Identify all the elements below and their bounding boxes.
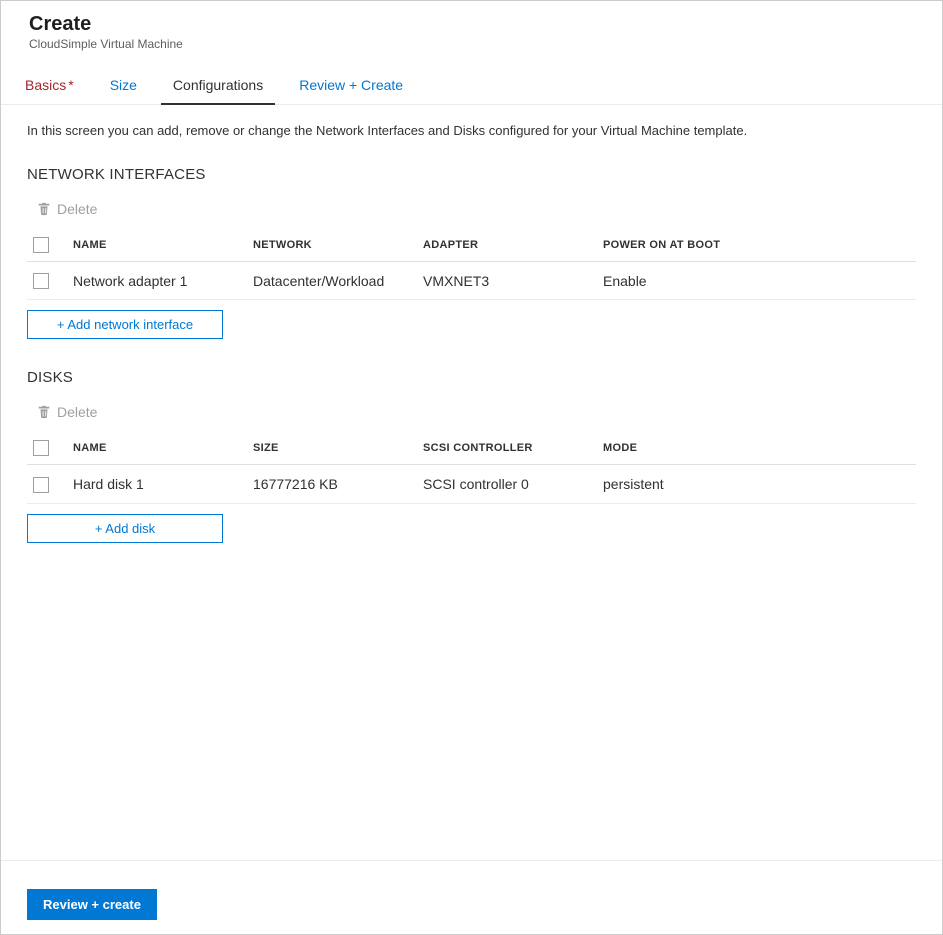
network-col-adapter[interactable]: ADAPTER	[417, 229, 597, 262]
network-row-network: Datacenter/Workload	[247, 262, 417, 300]
table-row[interactable]: Hard disk 1 16777216 KB SCSI controller …	[27, 465, 916, 503]
tab-basics[interactable]: Basics*	[13, 67, 86, 104]
intro-text: In this screen you can add, remove or ch…	[27, 123, 916, 138]
disks-col-mode[interactable]: MODE	[597, 432, 916, 465]
add-network-interface-button[interactable]: + Add network interface	[27, 310, 223, 339]
tab-review[interactable]: Review + Create	[287, 67, 415, 104]
disks-col-scsi[interactable]: SCSI CONTROLLER	[417, 432, 597, 465]
trash-icon	[37, 405, 51, 419]
disks-row-mode: persistent	[597, 465, 916, 503]
network-row-checkbox[interactable]	[33, 273, 49, 289]
network-col-power[interactable]: POWER ON AT BOOT	[597, 229, 916, 262]
network-col-network[interactable]: NETWORK	[247, 229, 417, 262]
review-create-button[interactable]: Review + create	[27, 889, 157, 920]
network-delete-label: Delete	[57, 201, 97, 217]
network-interfaces-heading: NETWORK INTERFACES	[27, 166, 916, 183]
disks-heading: DISKS	[27, 369, 916, 386]
disks-table: NAME SIZE SCSI CONTROLLER MODE Hard disk…	[27, 432, 916, 503]
disks-col-name[interactable]: NAME	[67, 432, 247, 465]
tab-configurations[interactable]: Configurations	[161, 67, 275, 105]
trash-icon	[37, 202, 51, 216]
tab-basics-label: Basics	[25, 77, 66, 93]
disks-delete-label: Delete	[57, 404, 97, 420]
disks-select-all-checkbox[interactable]	[33, 440, 49, 456]
footer: Review + create	[1, 860, 942, 934]
network-row-power: Enable	[597, 262, 916, 300]
network-interfaces-table: NAME NETWORK ADAPTER POWER ON AT BOOT Ne…	[27, 229, 916, 300]
network-delete-button[interactable]: Delete	[27, 195, 916, 223]
network-row-adapter: VMXNET3	[417, 262, 597, 300]
network-row-name: Network adapter 1	[67, 262, 247, 300]
tab-size[interactable]: Size	[98, 67, 149, 104]
disks-row-size: 16777216 KB	[247, 465, 417, 503]
page-title: Create	[29, 13, 914, 36]
content: In this screen you can add, remove or ch…	[1, 105, 942, 860]
tabs-bar: Basics* Size Configurations Review + Cre…	[1, 67, 942, 105]
header: Create CloudSimple Virtual Machine	[1, 1, 942, 57]
page-subtitle: CloudSimple Virtual Machine	[29, 37, 914, 51]
disks-row-scsi: SCSI controller 0	[417, 465, 597, 503]
disks-row-checkbox[interactable]	[33, 477, 49, 493]
disks-delete-button[interactable]: Delete	[27, 398, 916, 426]
required-marker: *	[68, 77, 73, 93]
network-col-name[interactable]: NAME	[67, 229, 247, 262]
network-select-all-checkbox[interactable]	[33, 237, 49, 253]
disks-col-size[interactable]: SIZE	[247, 432, 417, 465]
disks-row-name: Hard disk 1	[67, 465, 247, 503]
add-disk-button[interactable]: + Add disk	[27, 514, 223, 543]
table-row[interactable]: Network adapter 1 Datacenter/Workload VM…	[27, 262, 916, 300]
